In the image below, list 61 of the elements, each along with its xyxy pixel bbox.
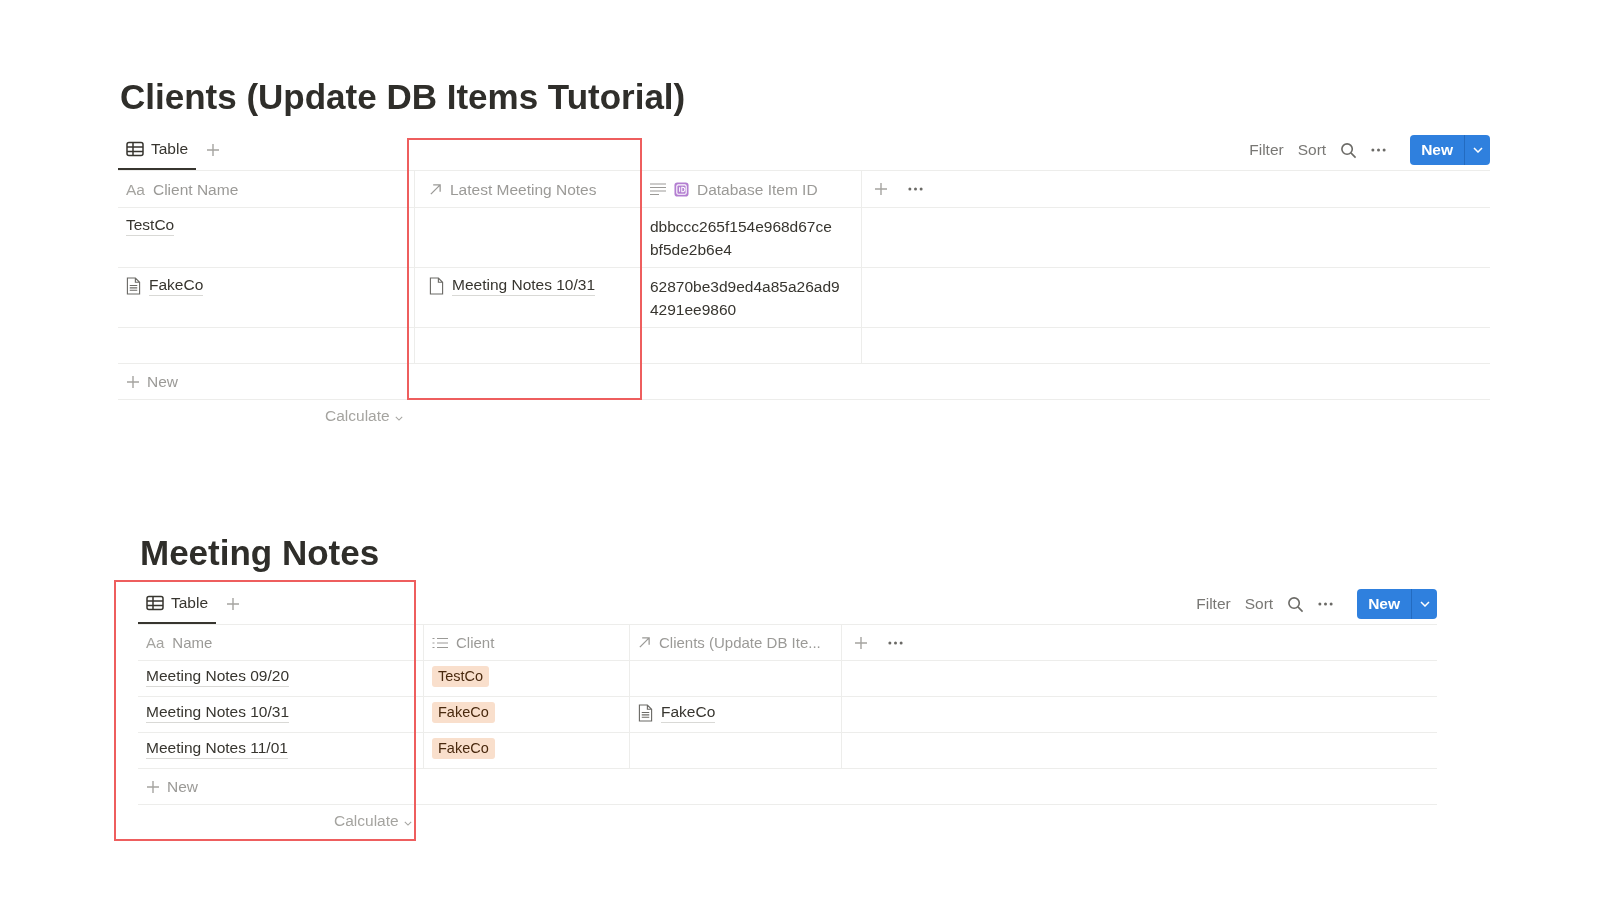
table-icon xyxy=(146,595,164,611)
column-header[interactable]: Clients (Update DB Ite... xyxy=(630,625,842,660)
chevron-down-icon xyxy=(1419,601,1430,607)
client-tag: FakeCo xyxy=(432,738,495,759)
column-label: Database Item ID xyxy=(697,179,818,200)
column-header[interactable]: Client xyxy=(424,625,630,660)
dropdown-button[interactable] xyxy=(1464,135,1490,165)
page-link[interactable]: Meeting Notes 09/20 xyxy=(146,666,290,687)
view-tab[interactable]: Table xyxy=(138,584,217,624)
plus-icon xyxy=(146,779,160,794)
client-tag: TestCo xyxy=(432,666,490,687)
column-label: Client xyxy=(456,633,495,653)
list-icon xyxy=(432,636,448,649)
type-glyph: Aa xyxy=(126,179,145,200)
column-label: Latest Meeting Notes xyxy=(450,179,597,200)
column-header[interactable]: Aa Name xyxy=(138,625,424,660)
page-link[interactable]: Meeting Notes 11/01 xyxy=(146,738,288,759)
page-link[interactable]: FakeCo xyxy=(661,702,716,723)
new-row-button[interactable]: New xyxy=(146,777,198,796)
table-cell-text: dbbccc265f154e968d67cebf5de2b6e4 xyxy=(650,217,833,260)
column-header[interactable]: Database Item ID xyxy=(642,171,862,207)
search-icon[interactable] xyxy=(1340,141,1358,159)
calculate-button[interactable]: Calculate xyxy=(325,407,403,425)
filter-button[interactable]: Filter xyxy=(1249,141,1284,159)
column-label: Name xyxy=(172,633,213,653)
database-title: Meeting Notes xyxy=(140,532,381,574)
page-link[interactable]: FakeCo xyxy=(149,275,204,296)
chevron-down-icon xyxy=(403,821,412,826)
arrow-icon xyxy=(429,182,442,196)
sort-button[interactable]: Sort xyxy=(1297,141,1327,159)
chevron-down-icon xyxy=(394,416,403,421)
more-icon[interactable] xyxy=(1371,148,1387,152)
column-header[interactable]: Aa Client Name xyxy=(118,171,415,207)
filter-button[interactable]: Filter xyxy=(1196,595,1231,613)
database-title: Clients (Update DB Items Tutorial) xyxy=(120,76,687,118)
sort-button[interactable]: Sort xyxy=(1244,595,1274,613)
page-link[interactable]: Meeting Notes 10/31 xyxy=(146,702,290,723)
type-glyph: Aa xyxy=(146,633,165,653)
more-icon[interactable] xyxy=(1318,602,1334,606)
chevron-down-icon xyxy=(1472,147,1483,153)
new-button[interactable]: New xyxy=(1410,135,1464,165)
new-button[interactable]: New xyxy=(1357,589,1411,619)
page-link[interactable]: TestCo xyxy=(126,215,175,236)
column-header[interactable]: Latest Meeting Notes xyxy=(415,171,642,207)
column-options-icon[interactable] xyxy=(908,187,923,191)
search-icon[interactable] xyxy=(1287,595,1305,613)
plus-icon xyxy=(126,374,140,389)
column-label: Clients (Update DB Ite... xyxy=(659,633,821,653)
client-tag: FakeCo xyxy=(432,702,495,723)
column-label: Client Name xyxy=(152,179,239,200)
table-icon xyxy=(126,141,144,157)
page-link[interactable]: Meeting Notes 10/31 xyxy=(452,275,596,296)
column-options-icon[interactable] xyxy=(888,640,903,645)
id-badge-icon xyxy=(674,181,689,197)
table-cell-text: 62870be3d9ed4a85a26ad94291ee9860 xyxy=(650,277,840,320)
view-tab[interactable]: Table xyxy=(118,130,197,170)
new-row-button[interactable]: New xyxy=(126,372,178,391)
calculate-button[interactable]: Calculate xyxy=(334,812,412,830)
arrow-icon xyxy=(638,636,651,649)
text-lines-icon xyxy=(650,183,666,195)
dropdown-button[interactable] xyxy=(1411,589,1437,619)
